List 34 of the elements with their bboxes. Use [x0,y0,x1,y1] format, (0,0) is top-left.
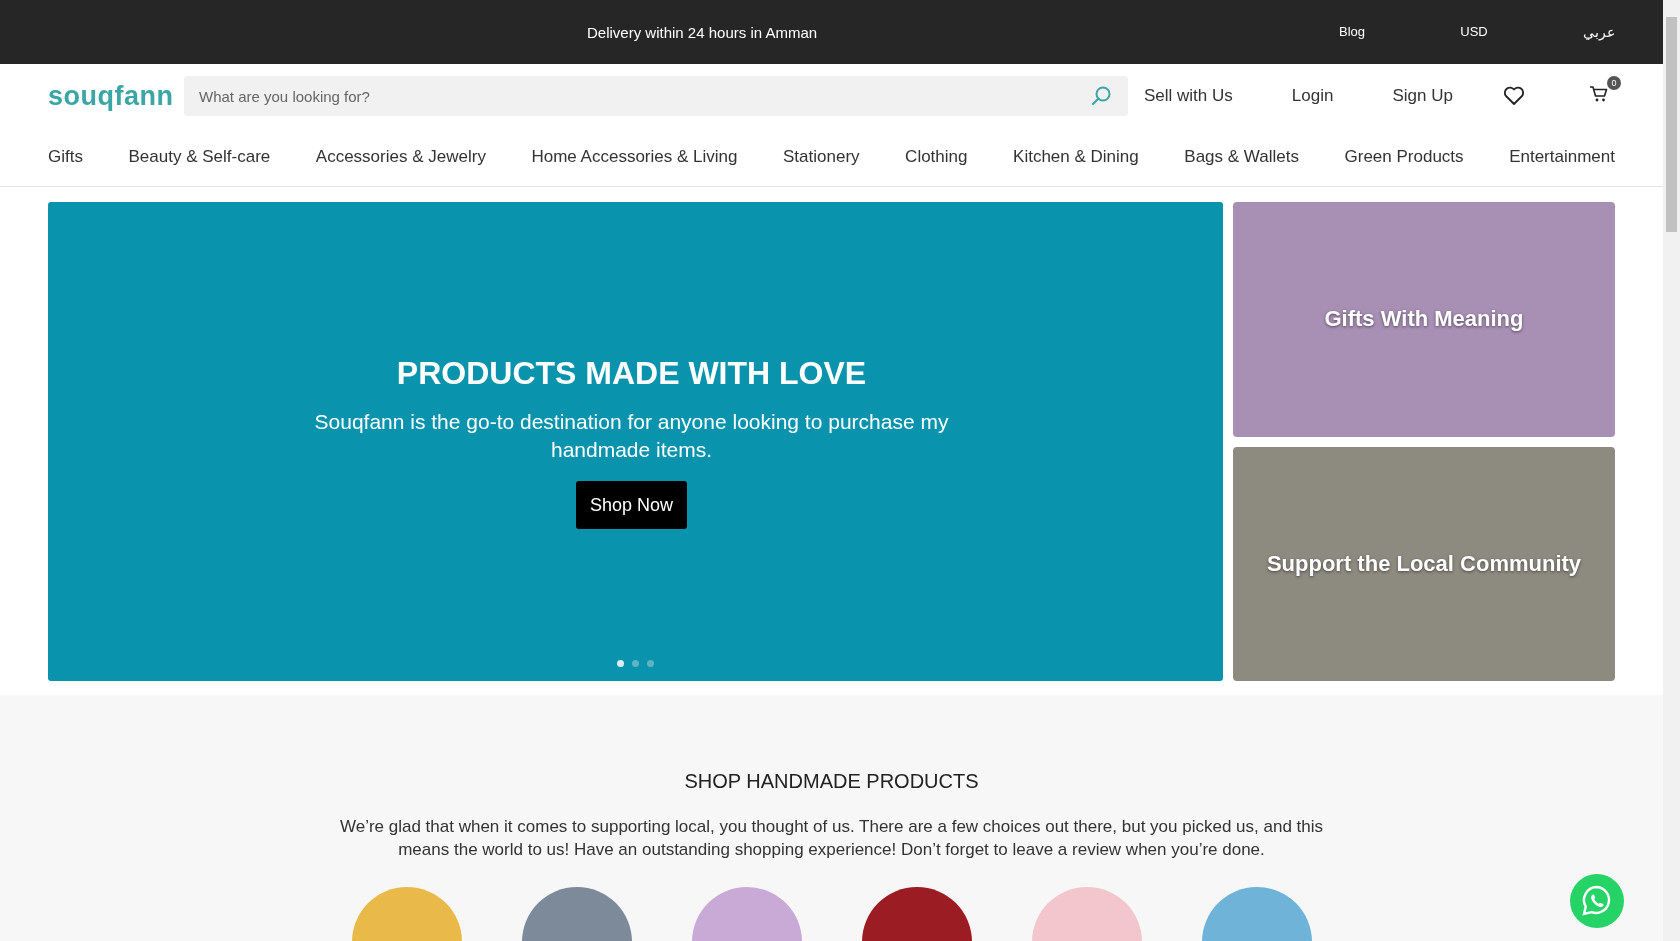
carousel-dot[interactable] [631,660,639,667]
carousel-dot[interactable] [616,660,624,667]
category-nav-link[interactable]: Stationery [783,147,860,167]
cart-count-badge: 0 [1606,76,1621,90]
delivery-message: Delivery within 24 hours in Amman [587,23,818,41]
promo-title: Support the Local Community [1266,550,1582,577]
cart-icon[interactable] [1588,85,1609,103]
header-link[interactable]: Login [1291,86,1334,106]
category-nav-link[interactable]: Accessories & Jewelry [315,147,486,167]
category-nav-link[interactable]: Green Products [1344,147,1464,167]
category-nav-link[interactable]: Bags & Wallets [1184,147,1299,167]
category-nav-link[interactable]: Beauty & Self-care [128,147,271,167]
category-nav-link[interactable]: Gifts [48,147,83,167]
chat-icon[interactable] [1570,874,1624,928]
category-nav-link[interactable]: Clothing [905,147,968,167]
top-bar-link[interactable]: عربي [1583,24,1615,40]
hero-text: Souqfann is the go-to destination for anyone looking to purchase my handmade items. [313,409,950,463]
promo-title: Gifts With Meaning [1324,306,1524,333]
top-bar-link[interactable]: Blog [1291,24,1413,40]
category-nav-link[interactable]: Entertainment [1509,147,1615,167]
category-nav-link[interactable]: Home Accessories & Living [531,147,738,167]
section-title: SHOP HANDMADE PRODUCTS [684,770,979,793]
heart-icon[interactable] [1502,86,1525,106]
category-nav-link[interactable]: Kitchen & Dining [1013,147,1139,167]
top-bar-link[interactable]: USD [1413,24,1535,40]
search-field[interactable]: What are you looking for? [184,76,1128,116]
scrollbar[interactable] [1663,0,1680,941]
shop-now-button[interactable]: Shop Now [575,481,688,529]
header-link[interactable]: Sell with Us [1144,86,1233,106]
header-link[interactable]: Sign Up [1392,86,1453,106]
section-text: We’re glad that when it comes to supporting local, you thought of us. There are a few choices out there, but you picked us, and this means the world to us! Have an outstanding shopping experience! Don’t forget to leave a review when you’re done. [338,816,1325,861]
search-icon[interactable] [1090,85,1112,107]
hero-title: PRODUCTS MADE WITH LOVE [396,355,867,392]
carousel-dot[interactable] [646,660,654,667]
